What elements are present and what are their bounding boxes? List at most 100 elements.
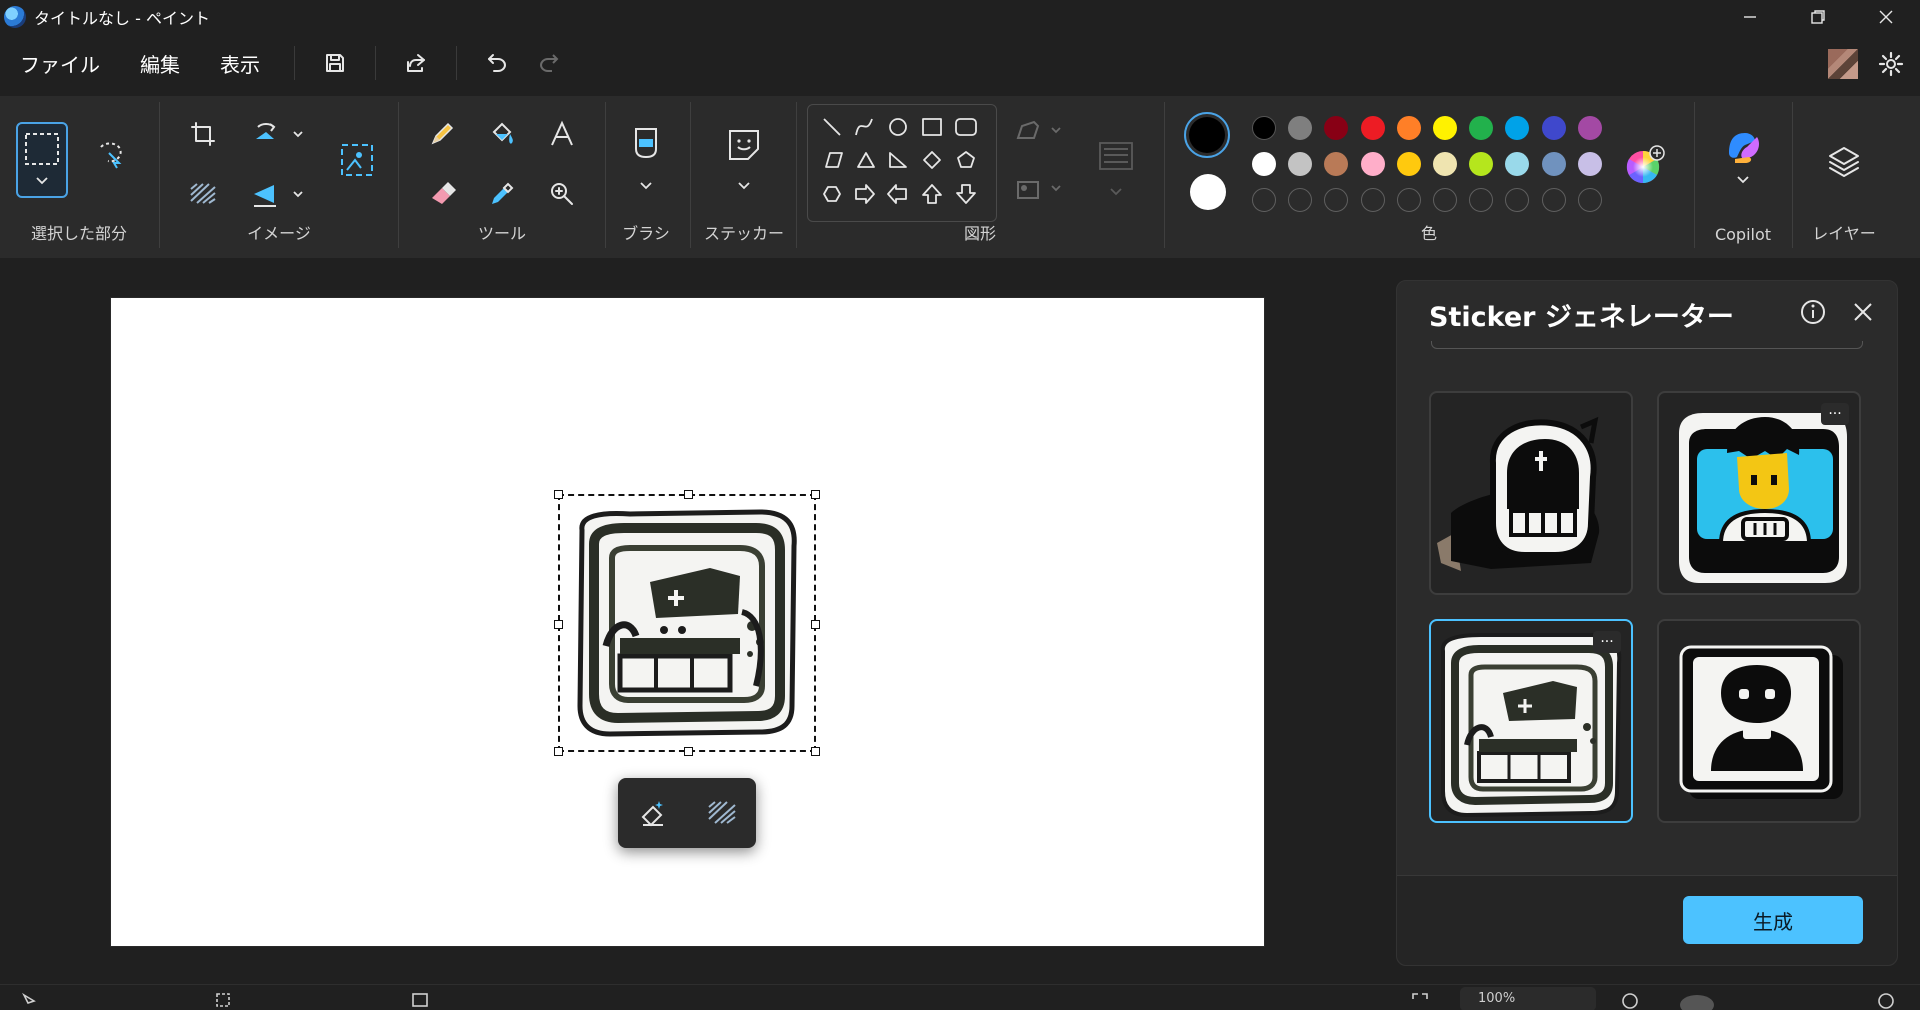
window-title: タイトルなし - ペイント xyxy=(34,9,210,28)
color-picker-button[interactable] xyxy=(484,176,520,212)
color-swatch[interactable] xyxy=(1360,152,1385,176)
color-swatch[interactable] xyxy=(1505,116,1530,140)
info-button[interactable] xyxy=(1799,298,1827,326)
color-swatch[interactable] xyxy=(1252,152,1276,176)
brush-button[interactable] xyxy=(622,122,670,198)
pencil-icon xyxy=(431,122,454,145)
menu-file[interactable]: ファイル xyxy=(0,34,120,92)
color-swatch[interactable] xyxy=(1288,116,1313,140)
custom-color-slot[interactable] xyxy=(1396,188,1421,212)
color-swatch[interactable] xyxy=(1396,116,1421,140)
sticker-group-label: ステッカー xyxy=(703,224,784,243)
sticker-card-console[interactable]: ··· xyxy=(1429,619,1633,823)
remove-background-button[interactable] xyxy=(185,176,221,212)
custom-color-slot[interactable] xyxy=(1433,188,1457,212)
share-button[interactable] xyxy=(390,41,442,85)
sticker-more-button[interactable]: ··· xyxy=(1593,631,1621,653)
color-swatch[interactable] xyxy=(1324,152,1349,176)
zoom-out-icon[interactable] xyxy=(1620,991,1640,1010)
resize-handle-n[interactable] xyxy=(684,490,693,499)
custom-color-slot[interactable] xyxy=(1577,188,1602,212)
free-select-button[interactable] xyxy=(92,136,128,172)
redo-button[interactable] xyxy=(523,41,575,85)
pencil-button[interactable] xyxy=(424,116,460,152)
panel-close-button[interactable] xyxy=(1849,298,1877,326)
resize-handle-e[interactable] xyxy=(811,620,820,629)
sticker-more-button[interactable]: ··· xyxy=(1821,403,1849,425)
custom-color-slot[interactable] xyxy=(1252,188,1276,212)
sticker-card-gamer[interactable]: ··· xyxy=(1657,391,1861,595)
color-swatch[interactable] xyxy=(1469,116,1494,140)
flip-button[interactable] xyxy=(248,176,312,212)
account-avatar[interactable] xyxy=(1828,49,1858,79)
eraser-button[interactable] xyxy=(424,176,460,212)
resize-handle-w[interactable] xyxy=(554,620,563,629)
remove-background-icon xyxy=(190,183,216,204)
zoom-slider-thumb[interactable] xyxy=(1680,995,1714,1010)
crop-icon xyxy=(191,122,215,146)
color-swatch[interactable] xyxy=(1577,116,1602,140)
text-button[interactable] xyxy=(544,116,580,152)
resize-handle-s[interactable] xyxy=(684,747,693,756)
resize-handle-nw[interactable] xyxy=(554,490,563,499)
sticker-card-knight[interactable] xyxy=(1429,391,1633,595)
menu-divider xyxy=(294,46,295,80)
color-swatch[interactable] xyxy=(1577,152,1602,176)
selection-floating-toolbar xyxy=(618,778,756,848)
color-swatch[interactable] xyxy=(1505,152,1530,176)
primary-color-swatch[interactable] xyxy=(1184,112,1230,158)
resize-handle-se[interactable] xyxy=(811,747,820,756)
undo-button[interactable] xyxy=(471,41,523,85)
fill-button[interactable] xyxy=(484,116,520,152)
custom-color-slot[interactable] xyxy=(1288,188,1313,212)
magnifier-button[interactable] xyxy=(544,176,580,212)
restore-button[interactable] xyxy=(1784,0,1852,34)
settings-button[interactable] xyxy=(1874,47,1908,81)
color-swatch[interactable] xyxy=(1324,116,1349,140)
custom-color-slot[interactable] xyxy=(1505,188,1530,212)
resize-handle-sw[interactable] xyxy=(554,747,563,756)
generative-erase-button[interactable] xyxy=(637,797,669,829)
sticker-card-robot[interactable] xyxy=(1657,619,1861,823)
shapes-group-label: 図形 xyxy=(963,224,996,243)
custom-color-slot[interactable] xyxy=(1324,188,1349,212)
custom-color-slot[interactable] xyxy=(1469,188,1494,212)
minimize-button[interactable] xyxy=(1716,0,1784,34)
drawing-canvas[interactable] xyxy=(111,298,1264,946)
generate-button[interactable]: 生成 xyxy=(1683,896,1863,944)
copilot-group: Copilot xyxy=(1696,96,1790,258)
sticker-button[interactable] xyxy=(718,122,770,198)
color-swatch[interactable] xyxy=(1433,152,1457,176)
color-swatch[interactable] xyxy=(1433,116,1457,140)
color-swatch[interactable] xyxy=(1396,152,1421,176)
copilot-button[interactable] xyxy=(1718,124,1768,196)
crop-button[interactable] xyxy=(185,116,221,152)
color-swatch[interactable] xyxy=(1469,152,1494,176)
menu-view[interactable]: 表示 xyxy=(200,34,280,92)
remove-background-floating-button[interactable] xyxy=(706,799,738,827)
resize-image-button[interactable] xyxy=(335,138,379,182)
resize-handle-ne[interactable] xyxy=(811,490,820,499)
edit-colors-button[interactable] xyxy=(1624,142,1668,186)
custom-color-slot[interactable] xyxy=(1360,188,1385,212)
color-swatch[interactable] xyxy=(1288,152,1313,176)
color-swatch[interactable] xyxy=(1541,116,1566,140)
color-swatch[interactable] xyxy=(1360,116,1385,140)
custom-color-slot[interactable] xyxy=(1541,188,1566,212)
close-window-button[interactable] xyxy=(1852,0,1920,34)
selection-box[interactable] xyxy=(554,490,820,756)
menu-edit[interactable]: 編集 xyxy=(120,34,200,92)
rotate-icon xyxy=(256,123,303,139)
zoom-level-dropdown[interactable]: 100% xyxy=(1460,987,1596,1010)
zoom-in-icon[interactable] xyxy=(1876,991,1896,1010)
color-swatch[interactable] xyxy=(1541,152,1566,176)
color-swatch[interactable] xyxy=(1252,116,1276,140)
menu-divider xyxy=(456,46,457,80)
rectangle-select-button[interactable] xyxy=(16,122,68,198)
save-button[interactable] xyxy=(309,41,361,85)
layers-button[interactable] xyxy=(1820,138,1868,186)
secondary-color-swatch[interactable] xyxy=(1190,174,1226,210)
paint-app-icon xyxy=(4,6,26,28)
prompt-input[interactable] xyxy=(1431,341,1863,349)
rotate-button[interactable] xyxy=(248,116,312,152)
